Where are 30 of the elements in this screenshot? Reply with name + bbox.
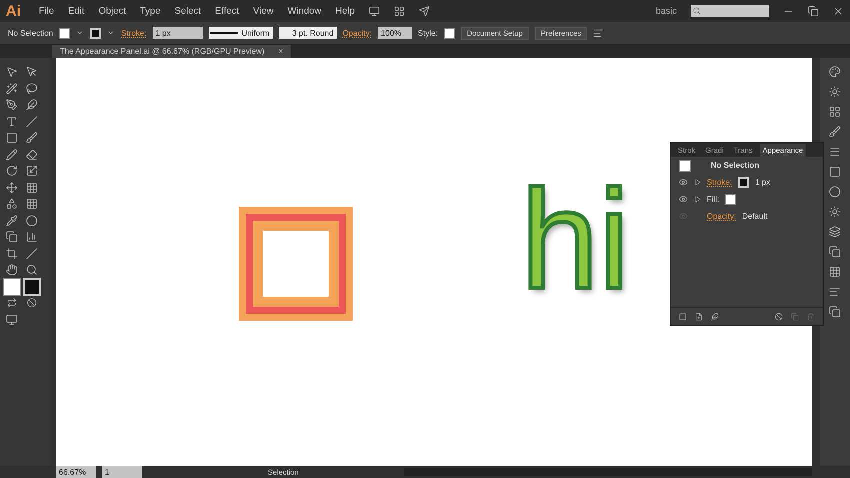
app-logo: Ai bbox=[6, 2, 21, 20]
stroke-label[interactable]: Stroke: bbox=[121, 28, 147, 38]
menu-item[interactable]: Effect bbox=[215, 6, 240, 16]
style-label: Style: bbox=[418, 28, 438, 38]
attribute-value: Default bbox=[742, 212, 768, 221]
attribute-value: 1 px bbox=[755, 178, 770, 187]
panel-header: No Selection bbox=[711, 161, 760, 170]
brush-dropdown[interactable]: 3 pt. Round bbox=[278, 27, 337, 39]
opacity-field[interactable]: 100% bbox=[378, 27, 412, 39]
page-field[interactable]: 1 bbox=[102, 466, 142, 478]
opacity-label[interactable]: Opacity: bbox=[342, 28, 372, 38]
zoom-field[interactable]: 66.67% bbox=[56, 466, 96, 478]
menu-item[interactable]: Type bbox=[140, 6, 161, 16]
attribute-label[interactable]: Stroke: bbox=[707, 178, 732, 187]
document-tab[interactable]: The Appearance Panel.ai @ 66.67% (RGB/GPU Preview) × bbox=[52, 45, 292, 58]
menu-item[interactable]: View bbox=[253, 6, 274, 16]
menu-item[interactable]: File bbox=[39, 6, 54, 16]
menu-item[interactable]: Select bbox=[174, 6, 202, 16]
menu-item[interactable]: Edit bbox=[68, 6, 85, 16]
stroke-weight-field[interactable]: 1 px bbox=[152, 27, 203, 39]
tab-close[interactable]: × bbox=[278, 47, 284, 56]
menu-item[interactable]: Object bbox=[98, 6, 126, 16]
attribute-label[interactable]: Fill: bbox=[707, 195, 720, 204]
profile-dropdown[interactable]: Uniform bbox=[208, 27, 273, 39]
menu-item[interactable]: Help bbox=[336, 6, 356, 16]
selection-label: No Selection bbox=[8, 28, 54, 38]
menu-item[interactable]: Window bbox=[288, 6, 322, 16]
artwork-text: hi bbox=[521, 170, 630, 310]
workspace-switcher[interactable]: basic bbox=[656, 6, 677, 16]
attribute-label[interactable]: Opacity: bbox=[707, 212, 736, 221]
